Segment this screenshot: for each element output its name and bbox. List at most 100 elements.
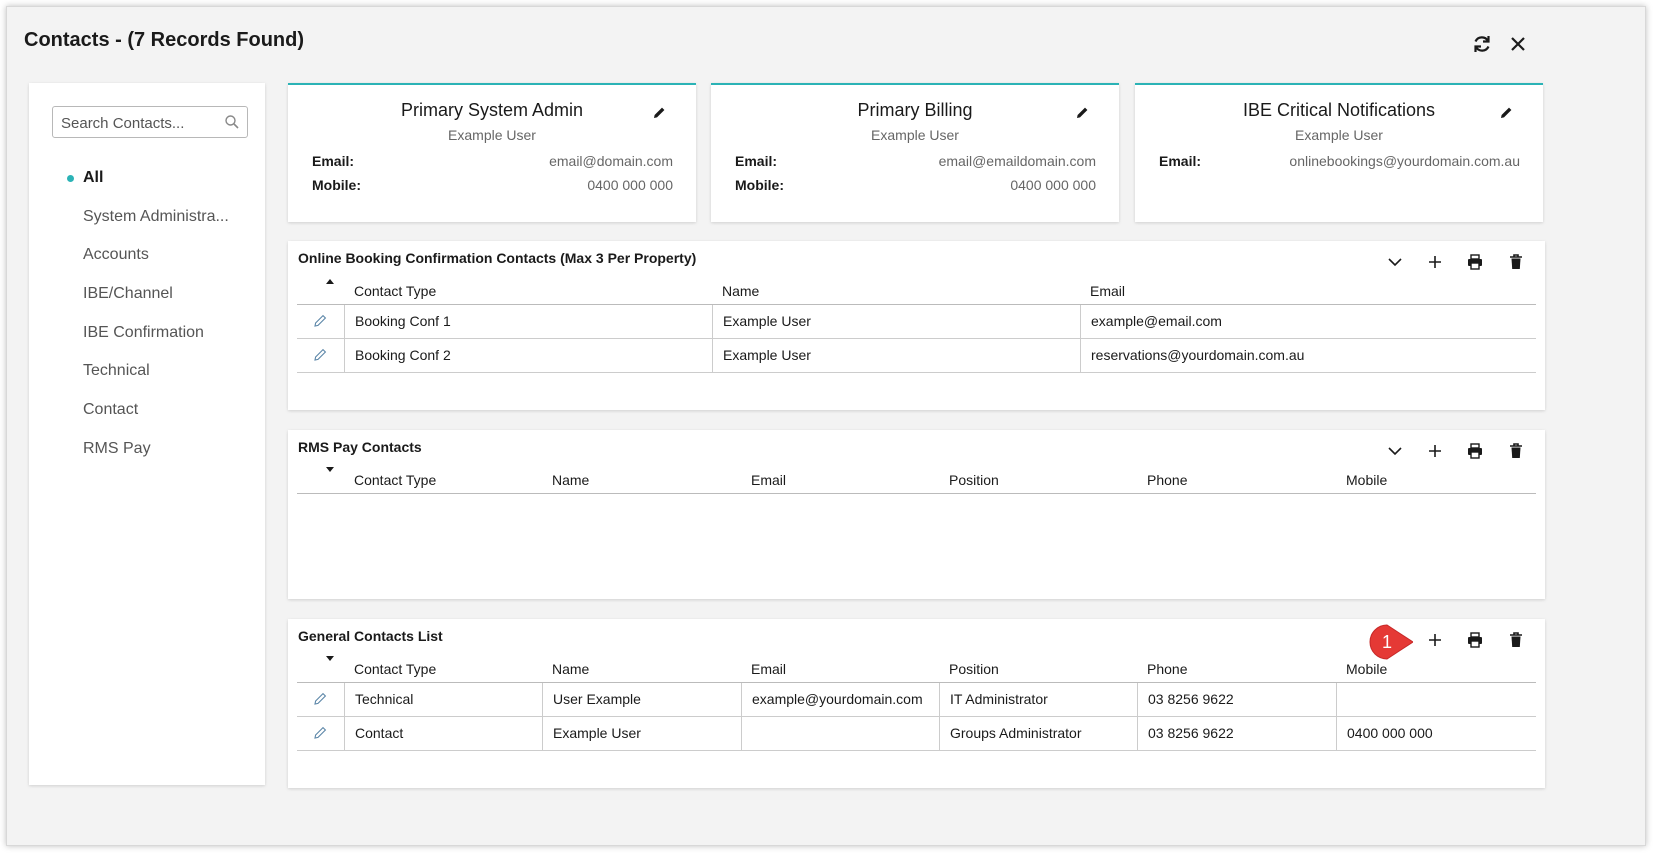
step-callout-badge: 1 <box>1369 624 1414 660</box>
table-row[interactable]: Contact Example User Groups Administrato… <box>297 717 1536 751</box>
cell-mobile: 0400 000 000 <box>1336 717 1536 750</box>
sidebar-item-label: IBE/Channel <box>83 285 173 303</box>
add-icon[interactable] <box>1425 630 1445 650</box>
table-header: Contact Type Name Email Position Phone M… <box>297 656 1536 683</box>
edit-pencil-icon[interactable] <box>313 314 327 328</box>
sidebar-item-label: Contact <box>83 401 139 419</box>
search-box[interactable] <box>52 106 248 138</box>
email-label: Email: <box>312 153 355 169</box>
column-header-contact-type[interactable]: Contact Type <box>354 283 436 299</box>
sidebar-item-system-administrators[interactable]: System Administra... <box>29 202 265 241</box>
cell-position: Groups Administrator <box>939 717 1137 750</box>
edit-cell <box>297 305 344 338</box>
panel-title: Online Booking Confirmation Contacts (Ma… <box>298 250 697 266</box>
column-header-name[interactable]: Name <box>722 283 759 299</box>
cell-phone: 03 8256 9622 <box>1137 717 1336 750</box>
column-header-name[interactable]: Name <box>552 472 589 488</box>
sidebar-item-accounts[interactable]: Accounts <box>29 240 265 279</box>
contacts-dialog: Contacts - (7 Records Found) All System … <box>6 6 1646 846</box>
edit-cell <box>297 339 344 372</box>
online-booking-contacts-panel: Online Booking Confirmation Contacts (Ma… <box>288 241 1545 410</box>
print-icon[interactable] <box>1465 441 1485 461</box>
sort-descending-icon[interactable] <box>325 466 335 474</box>
search-icon[interactable] <box>225 115 239 129</box>
edit-pencil-icon[interactable] <box>313 692 327 706</box>
column-header-contact-type[interactable]: Contact Type <box>354 661 436 677</box>
sidebar-item-rms-pay[interactable]: RMS Pay <box>29 434 265 473</box>
general-contacts-table: Contact Type Name Email Position Phone M… <box>297 656 1536 751</box>
trash-icon[interactable] <box>1506 252 1526 272</box>
cell-contact-type: Booking Conf 2 <box>344 339 712 372</box>
cell-contact-type: Booking Conf 1 <box>344 305 712 338</box>
cell-mobile <box>1336 683 1536 716</box>
card-email-row: Email: email@domain.com <box>312 153 673 173</box>
close-icon[interactable] <box>1507 33 1529 55</box>
dialog-title: Contacts - (7 Records Found) <box>24 29 305 51</box>
table-row[interactable]: Booking Conf 1 Example User example@emai… <box>297 305 1536 339</box>
search-input[interactable] <box>59 112 223 134</box>
add-icon[interactable] <box>1425 441 1445 461</box>
cell-email: example@email.com <box>1080 305 1536 338</box>
cell-name: Example User <box>712 305 1080 338</box>
card-primary-billing: Primary Billing Example User Email: emai… <box>711 83 1119 222</box>
email-label: Email: <box>1159 153 1202 169</box>
column-header-position[interactable]: Position <box>949 661 999 677</box>
sidebar-item-ibe-confirmation[interactable]: IBE Confirmation <box>29 318 265 357</box>
refresh-icon[interactable] <box>1471 33 1493 55</box>
sidebar-item-label: Accounts <box>83 246 149 264</box>
edit-pencil-icon[interactable] <box>1076 106 1089 119</box>
table-row[interactable]: Booking Conf 2 Example User reservations… <box>297 339 1536 373</box>
edit-pencil-icon[interactable] <box>313 348 327 362</box>
column-header-email[interactable]: Email <box>1090 283 1125 299</box>
column-header-email[interactable]: Email <box>751 661 786 677</box>
edit-cell <box>297 717 344 750</box>
sidebar-item-ibe-channel[interactable]: IBE/Channel <box>29 279 265 318</box>
sort-ascending-icon[interactable] <box>325 277 335 285</box>
table-row[interactable]: Technical User Example example@yourdomai… <box>297 683 1536 717</box>
print-icon[interactable] <box>1465 630 1485 650</box>
cell-phone: 03 8256 9622 <box>1137 683 1336 716</box>
sidebar-item-contact[interactable]: Contact <box>29 395 265 434</box>
sort-descending-icon[interactable] <box>325 655 335 663</box>
trash-icon[interactable] <box>1506 630 1526 650</box>
card-contact-name: Example User <box>871 127 959 143</box>
edit-pencil-icon[interactable] <box>313 726 327 740</box>
card-email-row: Email: email@emaildomain.com <box>735 153 1096 173</box>
cell-email: reservations@yourdomain.com.au <box>1080 339 1536 372</box>
rms-pay-contacts-panel: RMS Pay Contacts Contact Type Name Email <box>288 430 1545 599</box>
sidebar-item-all[interactable]: All <box>29 163 265 202</box>
active-dot <box>67 175 74 182</box>
edit-pencil-icon[interactable] <box>653 106 666 119</box>
cell-email <box>741 717 939 750</box>
card-primary-system-admin: Primary System Admin Example User Email:… <box>288 83 696 222</box>
card-email-row: Email: onlinebookings@yourdomain.com.au <box>1159 153 1520 173</box>
email-value: email@emaildomain.com <box>938 153 1096 169</box>
edit-pencil-icon[interactable] <box>1500 106 1513 119</box>
chevron-down-icon[interactable] <box>1385 252 1405 272</box>
online-booking-table: Contact Type Name Email Booking Conf 1 E… <box>297 279 1536 373</box>
sidebar-item-technical[interactable]: Technical <box>29 356 265 395</box>
column-header-phone[interactable]: Phone <box>1147 661 1187 677</box>
column-header-mobile[interactable]: Mobile <box>1346 661 1387 677</box>
cell-contact-type: Technical <box>344 683 542 716</box>
chevron-down-icon[interactable] <box>1385 441 1405 461</box>
column-header-mobile[interactable]: Mobile <box>1346 472 1387 488</box>
card-title: Primary Billing <box>857 100 973 120</box>
column-header-email[interactable]: Email <box>751 472 786 488</box>
trash-icon[interactable] <box>1506 441 1526 461</box>
cell-name: User Example <box>542 683 741 716</box>
sidebar-item-label: All <box>83 169 104 186</box>
column-header-name[interactable]: Name <box>552 661 589 677</box>
edit-cell <box>297 683 344 716</box>
email-label: Email: <box>735 153 778 169</box>
column-header-contact-type[interactable]: Contact Type <box>354 472 436 488</box>
card-mobile-row: Mobile: 0400 000 000 <box>735 177 1096 197</box>
column-header-position[interactable]: Position <box>949 472 999 488</box>
mobile-value: 0400 000 000 <box>1010 177 1096 193</box>
column-header-phone[interactable]: Phone <box>1147 472 1187 488</box>
card-contact-name: Example User <box>448 127 536 143</box>
table-header: Contact Type Name Email Position Phone M… <box>297 467 1536 494</box>
add-icon[interactable] <box>1425 252 1445 272</box>
print-icon[interactable] <box>1465 252 1485 272</box>
cell-position: IT Administrator <box>939 683 1137 716</box>
